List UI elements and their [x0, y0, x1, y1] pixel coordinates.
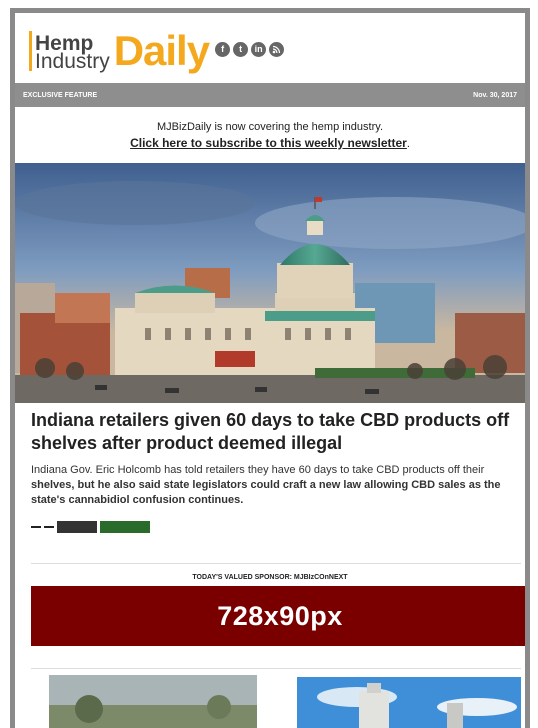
feature-strip: EXCLUSIVE FEATURE Nov. 30, 2017	[15, 83, 525, 107]
notice-link-row: Click here to subscribe to this weekly n…	[15, 135, 525, 152]
sponsor-label: TODAY'S VALUED SPONSOR: MJBIzCOnNEXT	[192, 574, 348, 581]
twitter-icon[interactable]: t	[233, 42, 249, 57]
notice-text: MJBizDaily is now covering the hemp indu…	[157, 121, 383, 133]
logo-daily: Daily	[113, 27, 210, 74]
strip-date: Nov. 30, 2017	[473, 91, 517, 99]
logo-industry: Industry	[35, 50, 110, 73]
thumbnail-image-2[interactable]	[297, 677, 521, 728]
readmore-dash	[44, 526, 54, 528]
divider	[31, 563, 521, 564]
hero-image[interactable]	[15, 163, 525, 403]
thumbnail-image-1[interactable]	[49, 675, 257, 728]
summary-bold: shelves, but he also said state legislat…	[31, 479, 501, 506]
strip-label: EXCLUSIVE FEATURE	[23, 91, 98, 99]
masthead: Hemp Industry Daily f t in	[15, 13, 525, 81]
subscribe-notice: MJBizDaily is now covering the hemp indu…	[15, 119, 525, 152]
logo-stack: Hemp Industry	[35, 33, 110, 73]
subscribe-link[interactable]: Click here to subscribe to this weekly n…	[130, 136, 407, 150]
logo[interactable]: Hemp Industry Daily f t in	[29, 27, 285, 74]
logo-bar	[29, 31, 32, 71]
facebook-icon[interactable]: f	[215, 42, 231, 57]
article-summary: Indiana Gov. Eric Holcomb has told retai…	[31, 463, 521, 508]
social-links: f t in	[215, 42, 285, 57]
linkedin-icon[interactable]: in	[251, 42, 267, 57]
divider	[31, 668, 521, 669]
readmore-glyph-block	[57, 521, 97, 533]
rss-icon[interactable]	[269, 42, 285, 57]
ad-banner[interactable]: 728x90px	[31, 586, 525, 646]
article-headline[interactable]: Indiana retailers given 60 days to take …	[31, 409, 511, 455]
newsletter-frame: Hemp Industry Daily f t in EXCLUSIVE FEA…	[10, 8, 530, 728]
readmore-glyph-block	[100, 521, 150, 533]
notice-punct: .	[406, 138, 410, 150]
read-more-button[interactable]	[31, 521, 150, 533]
summary-regular: Indiana Gov. Eric Holcomb has told retai…	[31, 464, 485, 476]
readmore-dash	[31, 526, 41, 528]
